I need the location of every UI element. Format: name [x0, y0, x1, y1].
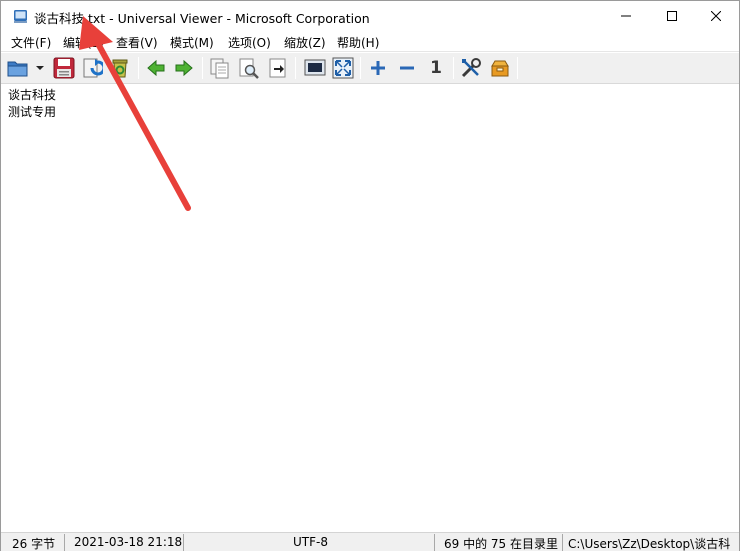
plugins-button[interactable] — [488, 56, 512, 80]
universal-viewer-icon — [13, 9, 28, 24]
zoom-out-icon — [400, 66, 414, 70]
save-button[interactable] — [52, 56, 76, 80]
copy-button[interactable] — [208, 56, 232, 80]
save-icon — [53, 57, 75, 79]
toolbar-separator — [517, 57, 518, 79]
menu-file[interactable]: 文件(F) — [11, 34, 51, 51]
maximize-icon — [667, 11, 677, 21]
menu-edit[interactable]: 编辑(E) — [63, 34, 104, 51]
status-separator — [562, 534, 563, 551]
maximize-button[interactable] — [649, 1, 695, 31]
text-viewer-area[interactable]: 谈古科技 测试专用 — [2, 85, 738, 532]
status-separator — [434, 534, 435, 551]
open-button[interactable] — [6, 56, 30, 80]
zoom-original-button[interactable]: 1 — [424, 56, 448, 80]
toolbar: 1 — [1, 53, 739, 84]
status-separator — [183, 534, 184, 551]
open-dropdown-button[interactable] — [33, 56, 47, 80]
status-encoding: UTF-8 — [293, 535, 328, 549]
back-arrow-icon — [147, 59, 165, 77]
plugins-icon — [491, 60, 509, 77]
text-line: 测试专用 — [8, 105, 57, 119]
minimize-icon — [621, 15, 631, 17]
toolbar-separator — [202, 57, 203, 79]
copy-icon — [210, 58, 229, 79]
back-button[interactable] — [144, 56, 168, 80]
forward-button[interactable] — [172, 56, 196, 80]
minimize-button[interactable] — [603, 1, 649, 31]
reload-icon — [83, 58, 103, 78]
fullscreen-button[interactable] — [331, 56, 355, 80]
zoom-out-button[interactable] — [395, 56, 419, 80]
open-folder-icon — [7, 61, 28, 77]
toolbar-separator — [453, 57, 454, 79]
close-icon — [711, 11, 721, 21]
menu-zoom[interactable]: 缩放(Z) — [284, 34, 326, 51]
find-button[interactable] — [237, 56, 261, 80]
zoom-original-icon: 1 — [430, 58, 442, 78]
toolbar-separator — [295, 57, 296, 79]
toolbar-separator — [360, 57, 361, 79]
menu-options[interactable]: 选项(O) — [228, 34, 271, 51]
options-tools-icon — [461, 58, 481, 78]
menu-bar: 文件(F) 编辑(E) 查看(V) 模式(M) 选项(O) 缩放(Z) 帮助(H… — [1, 31, 739, 52]
goto-button[interactable] — [266, 56, 290, 80]
menu-help[interactable]: 帮助(H) — [337, 34, 379, 51]
text-line: 谈古科技 — [8, 88, 57, 102]
menu-mode[interactable]: 模式(M) — [170, 34, 214, 51]
title-bar[interactable]: 谈古科技.txt - Universal Viewer - Microsoft … — [1, 1, 739, 31]
recycle-button[interactable] — [108, 56, 132, 80]
zoom-in-button[interactable] — [366, 56, 390, 80]
universal-viewer-window: 谈古科技.txt - Universal Viewer - Microsoft … — [0, 0, 740, 551]
forward-arrow-icon — [175, 59, 193, 77]
toolbar-separator — [138, 57, 139, 79]
zoom-in-icon — [371, 61, 385, 75]
fit-window-icon — [304, 59, 326, 76]
status-bar: 26 字节 2021-03-18 21:18 UTF-8 69 中的 75 在目… — [1, 532, 739, 551]
recycle-icon — [112, 59, 128, 78]
status-file-size: 26 字节 — [12, 537, 56, 551]
fit-window-button[interactable] — [303, 56, 327, 80]
dropdown-arrow-icon — [36, 66, 44, 70]
status-separator — [64, 534, 65, 551]
fullscreen-icon — [332, 57, 354, 79]
menu-view[interactable]: 查看(V) — [116, 34, 158, 51]
reload-button[interactable] — [80, 56, 104, 80]
window-title: 谈古科技.txt - Universal Viewer - Microsoft … — [34, 11, 370, 26]
close-button[interactable] — [693, 1, 739, 31]
options-button[interactable] — [459, 56, 483, 80]
goto-icon — [269, 58, 286, 78]
status-file-path: C:\Users\Zz\Desktop\谈古科 — [568, 537, 731, 551]
find-icon — [239, 58, 259, 79]
status-file-position: 69 中的 75 在目录里 — [444, 537, 558, 551]
status-file-date: 2021-03-18 21:18 — [74, 535, 183, 549]
